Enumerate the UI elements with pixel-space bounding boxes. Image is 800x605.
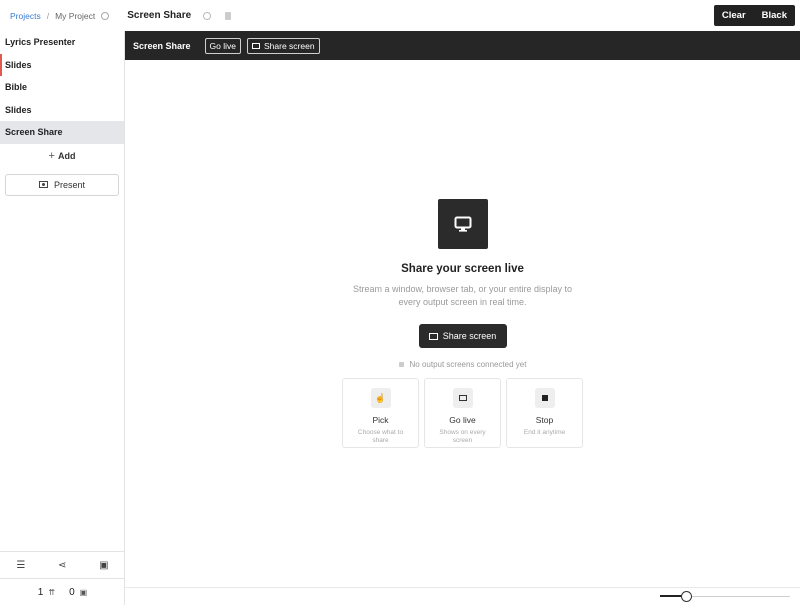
present-label: Present (53, 179, 86, 190)
sidebar-item-bible[interactable]: Bible (0, 76, 124, 99)
monitor-icon (452, 388, 473, 408)
sidebar-item-slides[interactable]: Slides (0, 53, 124, 77)
breadcrumb-project[interactable]: My Project (55, 11, 95, 21)
monitor-icon (252, 42, 261, 49)
sidebar-item-slides-2[interactable]: Slides (0, 99, 124, 122)
monitor-icon (428, 332, 438, 340)
project-settings-icon[interactable] (101, 11, 110, 20)
picture-in-picture-icon[interactable]: ▣ (99, 560, 108, 571)
go-live-label: Go live (209, 40, 237, 51)
step-label: Pick (372, 415, 389, 425)
pointer-hand-icon: ☝ (370, 388, 391, 408)
main-panel: Screen Share Go live Share screen Share … (125, 31, 800, 605)
screen-count-value: 0 (69, 586, 75, 598)
step-pick: ☝ Pick Choose what to share (342, 378, 419, 448)
plus-icon: + (48, 149, 55, 162)
zoom-slider[interactable] (660, 591, 790, 602)
breadcrumb-separator: / (46, 10, 50, 21)
main-header: Screen Share Go live Share screen (125, 31, 800, 60)
present-icon (38, 181, 48, 188)
hero-title: Share your screen live (401, 263, 524, 275)
breadcrumb-projects-link[interactable]: Projects (10, 11, 41, 21)
share-screen-header-button[interactable]: Share screen (247, 37, 320, 54)
black-button[interactable]: Black (754, 5, 795, 26)
step-go-live: Go live Shows on every screen (424, 378, 501, 448)
screen-count: 0 ▣ (69, 587, 87, 598)
monitor-icon (437, 199, 488, 249)
sidebar-item-screen-share[interactable]: Screen Share (0, 121, 124, 144)
viewer-count-value: 1 (37, 586, 44, 598)
step-stop: Stop End it anytime (506, 378, 583, 448)
present-button[interactable]: Present (5, 173, 119, 196)
page-settings-icon[interactable] (203, 11, 212, 20)
clear-button[interactable]: Clear (714, 5, 754, 26)
sliders-icon[interactable]: ☰ (16, 560, 25, 571)
share-icon[interactable]: ⋖ (58, 560, 66, 571)
step-description: Choose what to share (357, 429, 404, 444)
empty-state: Share your screen live Stream a window, … (125, 199, 800, 369)
main-header-title: Screen Share (133, 40, 191, 51)
step-description: Shows on every screen (439, 429, 486, 444)
sidebar-toolbar: ☰ ⋖ ▣ (0, 551, 125, 578)
connection-status: No output screens connected yet (125, 360, 800, 369)
top-bar: Projects / My Project Screen Share Clear… (0, 0, 800, 31)
stop-icon (534, 388, 555, 408)
step-label: Go live (449, 415, 476, 425)
trash-icon[interactable] (225, 11, 232, 20)
step-label: Stop (535, 415, 554, 425)
breadcrumb: Projects / My Project (0, 10, 110, 21)
viewer-count: 1 ⇈ (38, 587, 55, 598)
footer-bar (125, 587, 800, 605)
share-screen-label: Share screen (442, 331, 497, 341)
zoom-slider-handle[interactable] (680, 591, 692, 602)
hero-description: Stream a window, browser tab, or your en… (352, 284, 573, 307)
go-live-button[interactable]: Go live (204, 37, 242, 54)
sidebar-counts: 1 ⇈ 0 ▣ (0, 578, 125, 605)
sidebar-item-lyrics-presenter[interactable]: Lyrics Presenter (0, 31, 124, 54)
share-screen-button[interactable]: Share screen (418, 324, 507, 348)
screen-icon: ▣ (79, 587, 88, 597)
page-title: Screen Share (127, 10, 192, 21)
arrow-up-icon: ⇈ (48, 587, 56, 597)
sidebar: Lyrics Presenter Slides Bible Slides Scr… (0, 31, 125, 605)
steps: ☝ Pick Choose what to share Go live Show… (342, 378, 583, 448)
step-description: End it anytime (523, 429, 566, 436)
status-text: No output screens connected yet (409, 360, 527, 369)
output-controls: Clear Black (713, 5, 795, 26)
status-icon (398, 362, 404, 367)
share-screen-header-label: Share screen (264, 40, 315, 51)
add-label: Add (57, 150, 76, 161)
add-button[interactable]: + Add (0, 144, 124, 168)
